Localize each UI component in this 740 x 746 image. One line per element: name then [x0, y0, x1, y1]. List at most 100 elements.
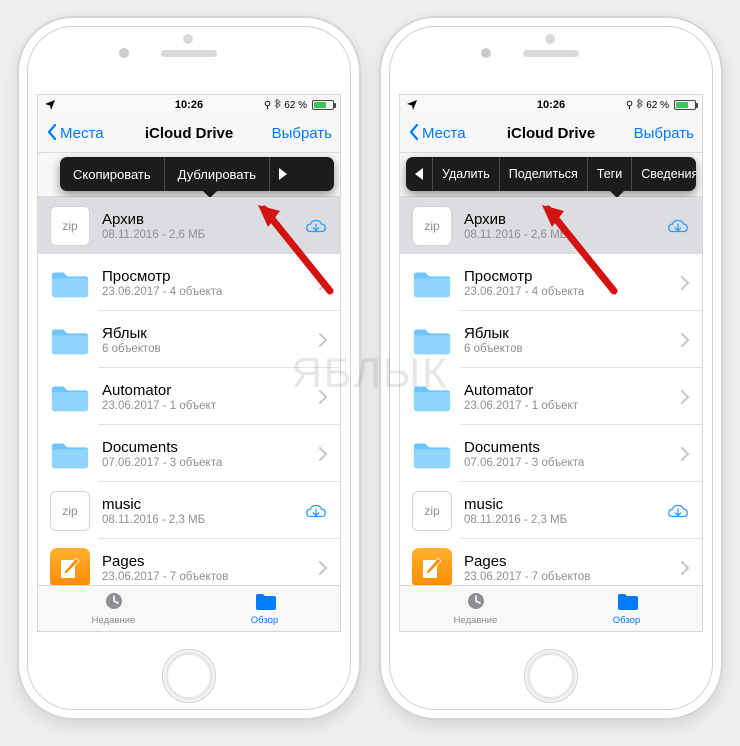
alarm-icon: ⚲ [264, 100, 271, 111]
home-button[interactable] [162, 649, 216, 703]
file-list[interactable]: zip Архив 08.11.2016 - 2,6 МБ Просмотр 2… [38, 197, 340, 596]
tab-browse[interactable]: Обзор [551, 586, 702, 631]
back-label: Места [60, 125, 104, 142]
tab-browse-label: Обзор [613, 615, 640, 626]
file-row[interactable]: zip music 08.11.2016 - 2,3 МБ [38, 482, 340, 539]
chevron-right-icon[interactable] [318, 560, 340, 576]
page-title: iCloud Drive [145, 125, 233, 142]
file-meta: 6 объектов [102, 343, 318, 355]
download-from-cloud-icon[interactable] [304, 216, 340, 236]
ctx-copy[interactable]: Скопировать [60, 157, 165, 191]
battery-percent: 62 % [646, 100, 669, 111]
ctx-duplicate[interactable]: Дублировать [165, 157, 270, 191]
chevron-left-icon [408, 123, 420, 145]
file-meta: 08.11.2016 - 2,6 МБ [464, 229, 666, 241]
file-row[interactable]: zip Архив 08.11.2016 - 2,6 МБ [400, 197, 702, 254]
select-button[interactable]: Выбрать [272, 125, 332, 142]
ctx-delete[interactable]: Удалить [433, 157, 500, 191]
chevron-right-icon[interactable] [680, 389, 702, 405]
zip-icon: zip [50, 206, 90, 246]
file-meta: 23.06.2017 - 4 объекта [464, 286, 680, 298]
chevron-right-icon[interactable] [318, 332, 340, 348]
chevron-right-icon[interactable] [680, 560, 702, 576]
nav-bar: Места iCloud Drive Выбрать [38, 115, 340, 153]
tab-recent[interactable]: Недавние [400, 586, 551, 631]
file-name: Архив [102, 211, 304, 229]
ctx-next-icon[interactable] [270, 157, 296, 191]
context-menu-row: Удалить Поделиться Теги Сведения [400, 153, 702, 197]
file-name: music [464, 496, 666, 514]
tab-recent-label: Недавние [92, 615, 136, 626]
back-button[interactable]: Места [46, 123, 104, 145]
chevron-right-icon[interactable] [680, 275, 702, 291]
file-row[interactable]: zip music 08.11.2016 - 2,3 МБ [400, 482, 702, 539]
chevron-right-icon[interactable] [680, 332, 702, 348]
file-name: Просмотр [102, 268, 318, 286]
ctx-info[interactable]: Сведения [632, 157, 696, 191]
ctx-tags[interactable]: Теги [588, 157, 632, 191]
nav-bar: Места iCloud Drive Выбрать [400, 115, 702, 153]
ctx-prev-icon[interactable] [406, 157, 433, 191]
folder-icon [50, 263, 90, 303]
folder-icon [412, 434, 452, 474]
screen: 10:26 ⚲ 62 % Места iCloud Drive Выбрать [399, 94, 703, 632]
file-meta: 23.06.2017 - 7 объектов [464, 571, 680, 583]
file-row[interactable]: Documents 07.06.2017 - 3 объекта [38, 425, 340, 482]
folder-icon [412, 377, 452, 417]
file-row[interactable]: Automator 23.06.2017 - 1 объект [38, 368, 340, 425]
home-button[interactable] [524, 649, 578, 703]
screen: 10:26 ⚲ 62 % Места iCloud Drive Выбрать [37, 94, 341, 632]
zip-icon: zip [412, 491, 452, 531]
zip-icon: zip [412, 206, 452, 246]
chevron-right-icon[interactable] [318, 389, 340, 405]
page-title: iCloud Drive [507, 125, 595, 142]
phone-left: 10:26 ⚲ 62 % Места iCloud Drive Выбрать [19, 18, 359, 718]
tab-recent[interactable]: Недавние [38, 586, 189, 631]
battery-percent: 62 % [284, 100, 307, 111]
select-button[interactable]: Выбрать [634, 125, 694, 142]
context-menu: Скопировать Дублировать [60, 157, 334, 191]
file-row[interactable]: Яблык 6 объектов [400, 311, 702, 368]
chevron-right-icon[interactable] [318, 446, 340, 462]
pages-app-icon [412, 548, 452, 588]
file-row[interactable]: Automator 23.06.2017 - 1 объект [400, 368, 702, 425]
zip-icon: zip [50, 491, 90, 531]
context-menu: Удалить Поделиться Теги Сведения [406, 157, 696, 191]
download-from-cloud-icon[interactable] [666, 501, 702, 521]
file-row[interactable]: Documents 07.06.2017 - 3 объекта [400, 425, 702, 482]
file-row[interactable]: zip Архив 08.11.2016 - 2,6 МБ [38, 197, 340, 254]
status-bar: 10:26 ⚲ 62 % [400, 95, 702, 115]
file-row[interactable]: Просмотр 23.06.2017 - 4 объекта [38, 254, 340, 311]
file-meta: 23.06.2017 - 4 объекта [102, 286, 318, 298]
file-name: music [102, 496, 304, 514]
battery-icon [312, 100, 334, 110]
file-row[interactable]: Просмотр 23.06.2017 - 4 объекта [400, 254, 702, 311]
file-name: Documents [464, 439, 680, 457]
download-from-cloud-icon[interactable] [304, 501, 340, 521]
download-from-cloud-icon[interactable] [666, 216, 702, 236]
chevron-right-icon[interactable] [680, 446, 702, 462]
chevron-right-icon[interactable] [318, 275, 340, 291]
file-name: Automator [464, 382, 680, 400]
back-button[interactable]: Места [408, 123, 466, 145]
file-name: Яблык [102, 325, 318, 343]
file-list[interactable]: zip Архив 08.11.2016 - 2,6 МБ Просмотр 2… [400, 197, 702, 596]
status-bar: 10:26 ⚲ 62 % [38, 95, 340, 115]
file-row[interactable]: Яблык 6 объектов [38, 311, 340, 368]
ctx-share[interactable]: Поделиться [500, 157, 588, 191]
folder-icon [412, 320, 452, 360]
alarm-icon: ⚲ [626, 100, 633, 111]
file-name: Pages [102, 553, 318, 571]
folder-icon [50, 434, 90, 474]
tab-bar: Недавние Обзор [400, 585, 702, 631]
context-menu-row: Скопировать Дублировать [38, 153, 340, 197]
tab-recent-label: Недавние [454, 615, 498, 626]
file-name: Архив [464, 211, 666, 229]
folder-icon [412, 263, 452, 303]
file-meta: 08.11.2016 - 2,3 МБ [464, 514, 666, 526]
tab-browse[interactable]: Обзор [189, 586, 340, 631]
file-meta: 07.06.2017 - 3 объекта [102, 457, 318, 469]
file-meta: 08.11.2016 - 2,3 МБ [102, 514, 304, 526]
clock: 10:26 [175, 99, 203, 111]
chevron-left-icon [46, 123, 58, 145]
